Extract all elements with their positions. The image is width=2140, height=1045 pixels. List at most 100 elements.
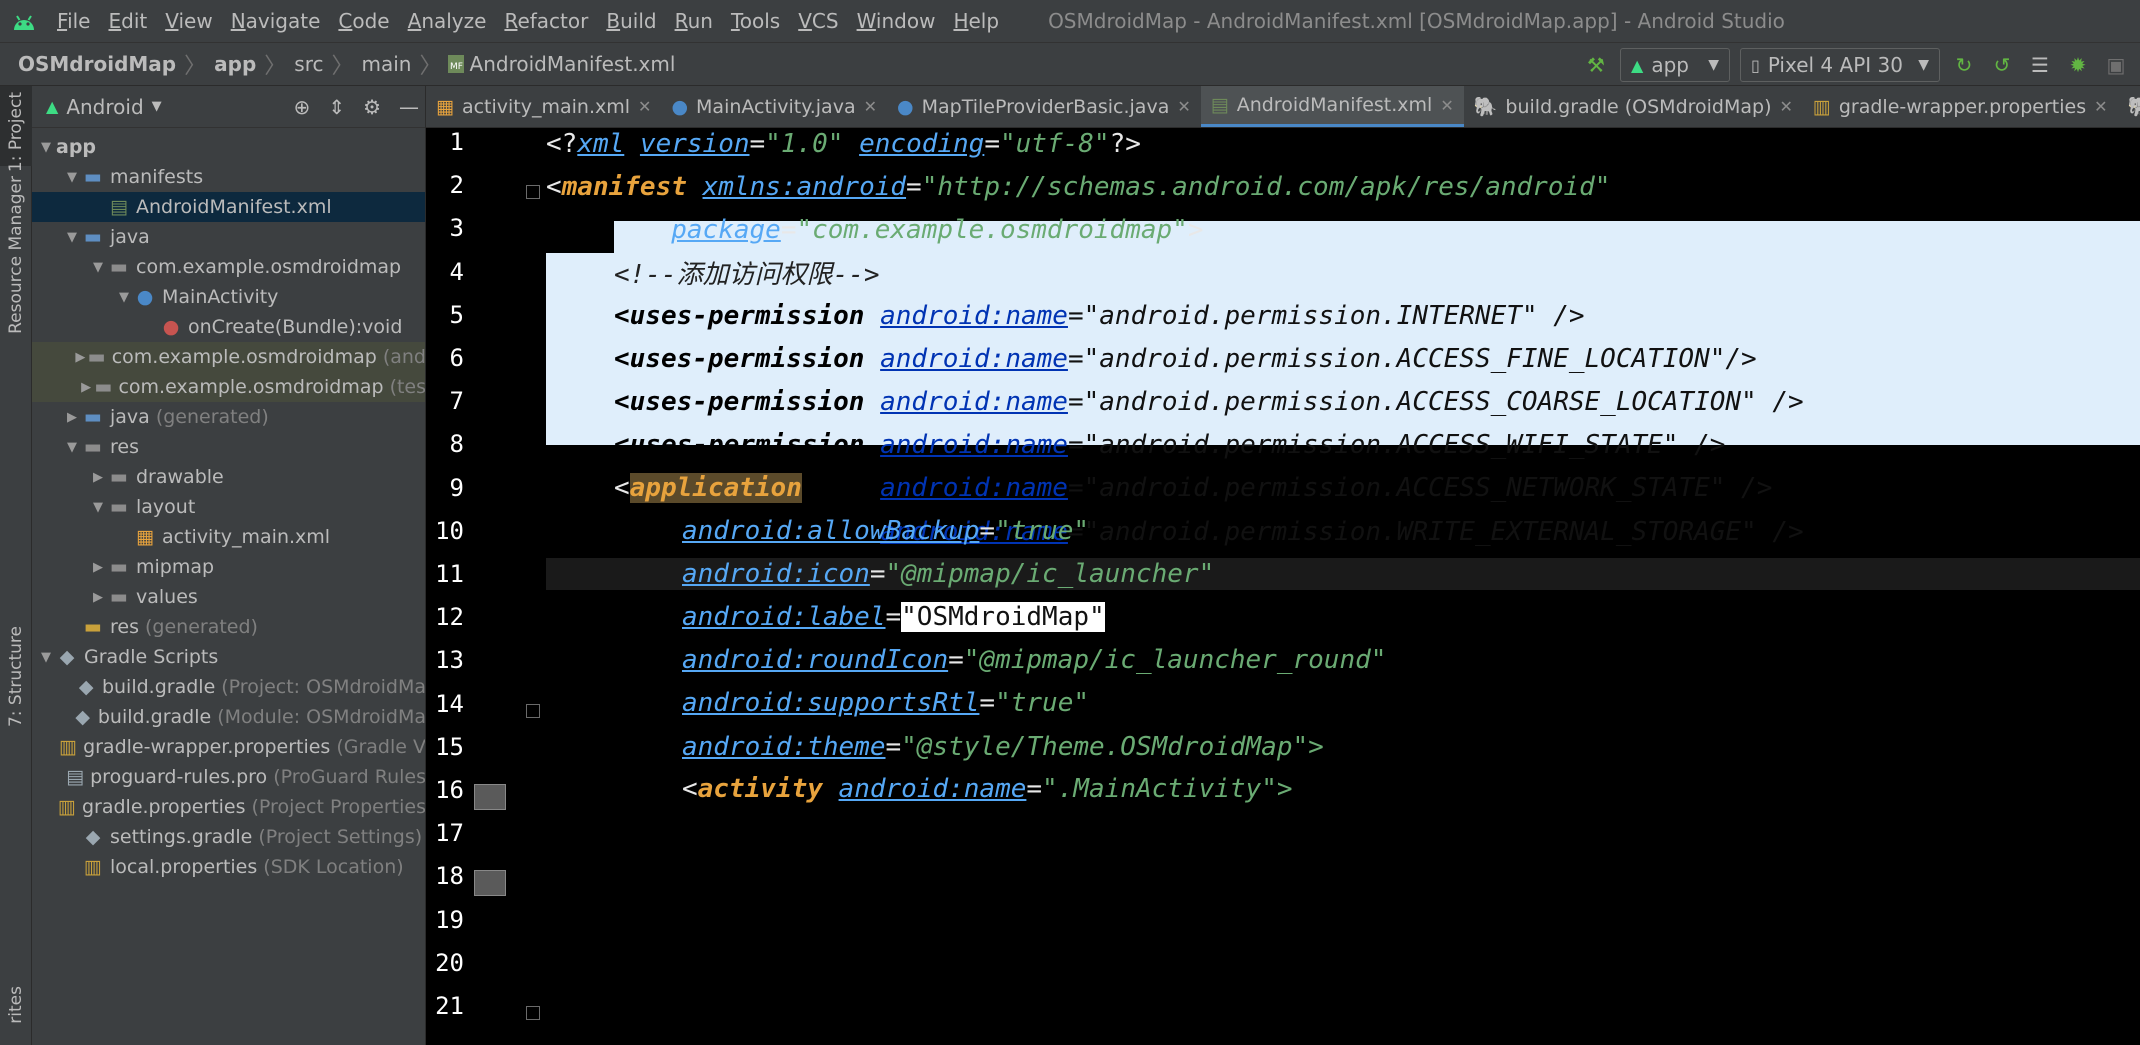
locate-file-icon[interactable]: ⊕: [294, 95, 311, 119]
code-editor[interactable]: 1 2 3 4 5 6 7 8 9 10 11 12 13 14 15 16 17 18 19 20 21 <? xml …: [426, 128, 2140, 1045]
hide-panel-icon[interactable]: —: [399, 95, 419, 119]
tree-item[interactable]: ▼ ● MainActivity: [32, 282, 425, 312]
menu-vcs[interactable]: VCS: [789, 9, 847, 33]
menu-build[interactable]: Build: [597, 9, 665, 33]
image-preview-icon[interactable]: [474, 870, 506, 897]
tree-item[interactable]: ▥ gradle-wrapper.properties (Gradle V: [32, 732, 425, 762]
breadcrumb-main[interactable]: main: [358, 52, 416, 76]
tree-item[interactable]: ▥ local.properties (SDK Location): [32, 852, 425, 882]
fold-marker-icon[interactable]: [526, 1006, 540, 1020]
tree-item[interactable]: ▶ ▬ com.example.osmdroidmap (and: [32, 342, 425, 372]
menu-help[interactable]: Help: [944, 9, 1008, 33]
svg-text:MF: MF: [450, 62, 463, 72]
chevron-right-icon[interactable]: ▶: [88, 470, 108, 485]
fold-marker-icon[interactable]: [526, 185, 540, 200]
tree-item[interactable]: ▼ ▬ java: [32, 222, 425, 252]
image-preview-icon[interactable]: [474, 784, 506, 810]
tab-androidmanifest-xml[interactable]: ▤ AndroidManifest.xml ✕: [1200, 86, 1464, 127]
debug-icon[interactable]: ✹: [2064, 51, 2092, 79]
tree-item[interactable]: ◆ build.gradle (Project: OSMdroidMa: [32, 672, 425, 702]
tab-activity-main-xml[interactable]: ▦ activity_main.xml ✕: [426, 86, 661, 127]
tab-gradle-wrapper-properties[interactable]: ▥ gradle-wrapper.properties ✕: [1803, 86, 2118, 127]
run-config-select[interactable]: ▲ app ▼: [1620, 48, 1730, 82]
code-line-18: android:roundIcon = "@mipmap/ic_launcher_r…: [682, 645, 1387, 676]
close-icon[interactable]: ✕: [864, 97, 877, 116]
menu-analyze[interactable]: Analyze: [399, 9, 496, 33]
build-hammer-icon[interactable]: ⚒: [1582, 51, 1610, 79]
chevron-down-icon[interactable]: ▼: [88, 260, 108, 275]
close-icon[interactable]: ✕: [2094, 97, 2107, 116]
attach-debugger-icon[interactable]: ▣: [2102, 51, 2130, 79]
menu-code[interactable]: Code: [329, 9, 398, 33]
tab-build-gradle-project[interactable]: 🐘 build.gradle (OSMdroidMap) ✕: [1464, 86, 1803, 127]
tab-mainactivity-java[interactable]: ● MainActivity.java ✕: [661, 86, 887, 127]
menu-refactor[interactable]: Refactor: [495, 9, 597, 33]
tree-item[interactable]: ● onCreate(Bundle):void: [32, 312, 425, 342]
breadcrumb-module[interactable]: app: [210, 52, 260, 76]
fold-marker-icon[interactable]: [526, 703, 540, 718]
gradle-icon: 🐘: [1473, 96, 1498, 118]
tree-item[interactable]: ▤ AndroidManifest.xml: [32, 192, 425, 222]
menu-navigate[interactable]: Navigate: [222, 9, 330, 33]
chevron-down-icon[interactable]: ▼: [62, 440, 82, 455]
close-icon[interactable]: ✕: [1440, 96, 1453, 115]
tree-item[interactable]: ▤ proguard-rules.pro (ProGuard Rules: [32, 762, 425, 792]
menu-file[interactable]: File: [48, 9, 99, 33]
breadcrumb-file[interactable]: AndroidManifest.xml: [466, 52, 680, 76]
tool-tab-favorites[interactable]: rites: [0, 986, 32, 1045]
tree-item[interactable]: ▼ ▬ res: [32, 432, 425, 462]
chevron-right-icon[interactable]: ▶: [88, 590, 108, 605]
tree-item-label: Gradle Scripts: [84, 646, 219, 668]
chevron-down-icon[interactable]: ▼: [36, 140, 56, 155]
tree-item[interactable]: ▥ gradle.properties (Project Properties: [32, 792, 425, 822]
chevron-down-icon[interactable]: ▼: [62, 230, 82, 245]
menu-edit[interactable]: Edit: [99, 9, 156, 33]
chevron-down-icon[interactable]: ▼: [62, 170, 82, 185]
tool-tab-structure[interactable]: 7: Structure: [0, 626, 32, 727]
device-select[interactable]: ▯ Pixel 4 API 30 ▼: [1740, 48, 1940, 82]
gear-icon[interactable]: ⚙: [363, 95, 381, 119]
breadcrumb-src[interactable]: src: [290, 52, 327, 76]
tree-item[interactable]: ▶ ▬ mipmap: [32, 552, 425, 582]
tree-item[interactable]: ◆ build.gradle (Module: OSMdroidMa: [32, 702, 425, 732]
chevron-right-icon[interactable]: ▶: [88, 560, 108, 575]
chevron-down-icon[interactable]: ▼: [88, 500, 108, 515]
menu-view[interactable]: View: [156, 9, 221, 33]
breadcrumb-project[interactable]: OSMdroidMap: [14, 52, 180, 76]
chevron-down-icon[interactable]: ▼: [114, 290, 134, 305]
tree-item[interactable]: ▼ ▬ manifests: [32, 162, 425, 192]
tree-item[interactable]: ▶ ▬ values: [32, 582, 425, 612]
tree-item[interactable]: ▶ ▬ drawable: [32, 462, 425, 492]
tree-item[interactable]: ▼ ▬ layout: [32, 492, 425, 522]
tool-tab-resource-manager[interactable]: Resource Manager: [0, 176, 32, 334]
close-icon[interactable]: ✕: [1177, 97, 1190, 116]
tree-item[interactable]: ▦ activity_main.xml: [32, 522, 425, 552]
tree-item[interactable]: ▶ ▬ java (generated): [32, 402, 425, 432]
tree-item[interactable]: ▼ ▬ com.example.osmdroidmap: [32, 252, 425, 282]
tab-build-gradle-module[interactable]: 🐘 build: [2118, 86, 2140, 127]
chevron-right-icon[interactable]: ▶: [73, 350, 88, 365]
chevron-down-icon[interactable]: ▼: [36, 650, 56, 665]
tree-item[interactable]: ◆ settings.gradle (Project Settings): [32, 822, 425, 852]
chevron-down-icon[interactable]: ▼: [152, 99, 162, 114]
apply-changes-icon[interactable]: ↺: [1988, 51, 2016, 79]
tool-tab-project[interactable]: 1: Project: [0, 86, 32, 172]
project-view-mode[interactable]: Android: [66, 95, 143, 119]
chevron-down-icon: ▼: [1918, 57, 1929, 73]
chevron-right-icon[interactable]: ▶: [62, 410, 82, 425]
code-area[interactable]: <? xml version = "1.0" encoding = "utf-8" ?> <…: [546, 128, 2140, 1045]
rerun-icon[interactable]: ↻: [1950, 51, 1978, 79]
apply-code-changes-icon[interactable]: ☰: [2026, 51, 2054, 79]
close-icon[interactable]: ✕: [1780, 97, 1793, 116]
tree-item[interactable]: ▼ app: [32, 132, 425, 162]
collapse-all-icon[interactable]: ⇕: [328, 95, 345, 119]
menu-window[interactable]: Window: [848, 9, 945, 33]
menu-tools[interactable]: Tools: [722, 9, 789, 33]
tree-item[interactable]: ▬ res (generated): [32, 612, 425, 642]
tree-item[interactable]: ▼ ◆ Gradle Scripts: [32, 642, 425, 672]
close-icon[interactable]: ✕: [638, 97, 651, 116]
menu-run[interactable]: Run: [666, 9, 722, 33]
tab-maptileproviderbasic-java[interactable]: ● MapTileProviderBasic.java ✕: [887, 86, 1201, 127]
tree-item[interactable]: ▶ ▬ com.example.osmdroidmap (tes: [32, 372, 425, 402]
chevron-right-icon[interactable]: ▶: [78, 380, 94, 395]
